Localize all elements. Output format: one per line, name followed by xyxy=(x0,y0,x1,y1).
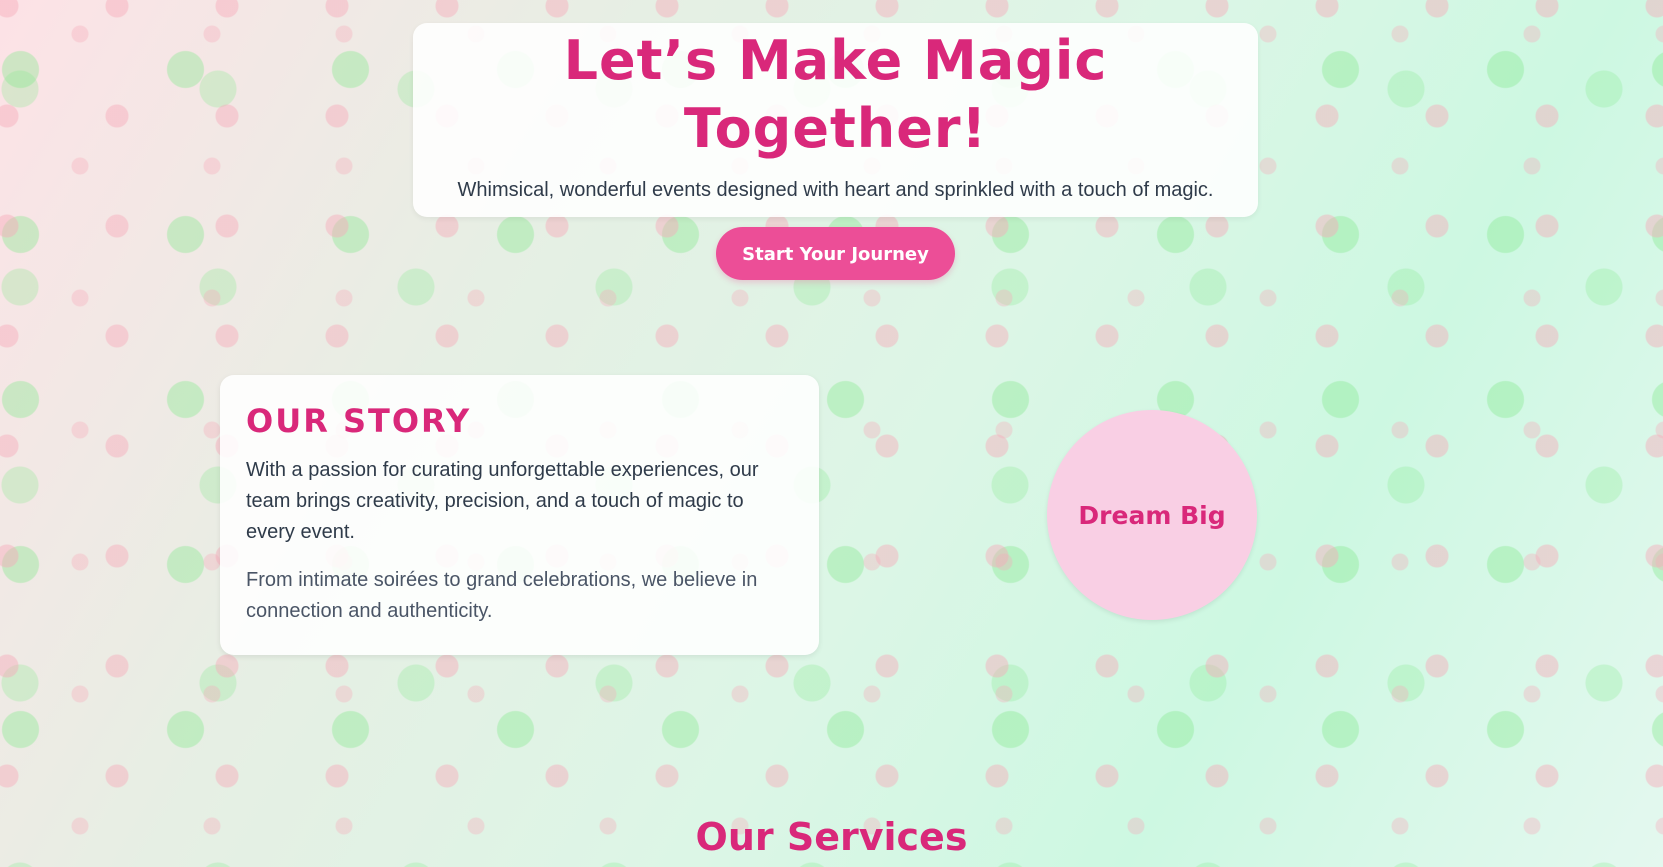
dream-big-label: Dream Big xyxy=(1078,500,1226,530)
hero-title: Let’s Make Magic Together! xyxy=(563,29,1108,160)
hero-subtitle: Whimsical, wonderful events designed wit… xyxy=(457,179,1214,201)
services-heading: Our Services xyxy=(695,815,968,859)
dream-big-badge: Dream Big xyxy=(1047,410,1257,620)
hero-card: Let’s Make Magic Together! Whimsical, wo… xyxy=(413,23,1258,280)
start-journey-button[interactable]: Start Your Journey xyxy=(716,227,955,280)
story-heading: OUR STORY xyxy=(246,402,472,440)
story-card: OUR STORY With a passion for curating un… xyxy=(220,375,819,655)
story-paragraph-2: From intimate soirées to grand celebrati… xyxy=(246,569,758,622)
story-paragraph-1: With a passion for curating unforgettabl… xyxy=(246,459,759,543)
